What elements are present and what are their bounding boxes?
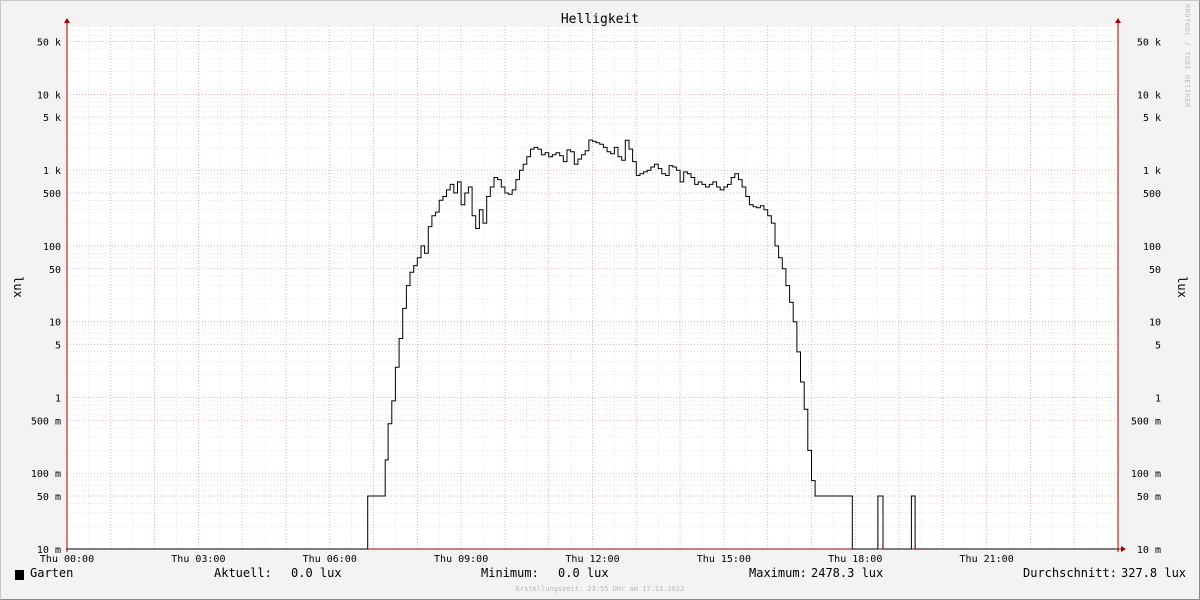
y-tick-label-left: 1 xyxy=(55,393,61,404)
y-tick-label-right: 50 xyxy=(1149,265,1161,276)
x-tick-label: Thu 00:00 xyxy=(40,554,94,565)
y-tick-label-left: 1 k xyxy=(43,166,61,177)
legend-series-name: Garten xyxy=(30,566,74,580)
y-tick-label-left: 5 k xyxy=(43,113,61,124)
legend-max-value: 2478.3 lux xyxy=(811,566,884,580)
y-axis-arrow-left-icon xyxy=(64,18,70,23)
y-tick-label-left: 500 m xyxy=(31,416,61,427)
y-tick-label-left: 100 m xyxy=(31,469,61,480)
legend-avg-label: Durchschnitt: xyxy=(1023,566,1117,580)
x-tick-label: Thu 03:00 xyxy=(171,554,225,565)
y-tick-label-right: 50 m xyxy=(1137,492,1161,503)
y-tick-label-right: 10 k xyxy=(1137,90,1161,101)
y-tick-labels-left: 50 k 10 k 5 k 1 k 500 100 50 10 5 1 500 m 100 m 50 m… xyxy=(31,37,61,556)
y-tick-label-right: 500 m xyxy=(1131,416,1161,427)
legend-current-label: Aktuell: xyxy=(214,566,272,580)
x-tick-labels: Thu 00:00 Thu 03:00 Thu 06:00 Thu 09:00 Thu … xyxy=(40,554,1014,565)
legend-current-value: 0.0 lux xyxy=(291,566,342,580)
y-tick-label-left: 50 xyxy=(49,265,61,276)
x-axis-arrow-icon xyxy=(1121,546,1126,552)
y-tick-label-right: 50 k xyxy=(1137,37,1161,48)
x-tick-label: Thu 15:00 xyxy=(697,554,751,565)
rrdtool-credit: RRDTOOL / TOBI OETIKER xyxy=(1183,4,1191,108)
legend-swatch-garten xyxy=(15,570,24,580)
chart-title: Helligkeit xyxy=(561,12,639,27)
y-tick-label-left: 5 xyxy=(55,341,61,352)
x-tick-label: Thu 18:00 xyxy=(828,554,882,565)
y-tick-label-left: 50 m xyxy=(37,492,61,503)
y-tick-label-right: 5 k xyxy=(1143,113,1161,124)
y-tick-label-left: 10 k xyxy=(37,90,61,101)
legend-max-label: Maximum: xyxy=(749,566,807,580)
y-tick-label-left: 500 xyxy=(43,189,61,200)
y-tick-label-right: 1 xyxy=(1155,393,1161,404)
legend-min-label: Minimum: xyxy=(481,566,539,580)
y-tick-label-right: 500 xyxy=(1143,189,1161,200)
y-tick-label-left: 50 k xyxy=(37,37,61,48)
y-axis-label-left: lux xyxy=(11,276,25,298)
y-tick-label-right: 10 xyxy=(1149,318,1161,329)
y-axis-label-right: lux xyxy=(1175,276,1189,298)
legend-avg-value: 327.8 lux xyxy=(1121,566,1187,580)
y-tick-label-right: 5 xyxy=(1155,341,1161,352)
x-tick-label: Thu 09:00 xyxy=(434,554,488,565)
y-tick-label-right: 10 m xyxy=(1137,545,1161,556)
y-tick-label-right: 100 m xyxy=(1131,469,1161,480)
x-tick-label: Thu 06:00 xyxy=(303,554,357,565)
y-tick-label-left: 100 xyxy=(43,242,61,253)
y-axis-arrow-right-icon xyxy=(1115,18,1121,23)
y-tick-label-right: 1 k xyxy=(1143,166,1161,177)
y-tick-labels-right: 50 k 10 k 5 k 1 k 500 100 50 10 5 1 500 m 100 m 50 m… xyxy=(1131,37,1161,556)
y-tick-label-right: 100 xyxy=(1143,242,1161,253)
x-tick-label: Thu 21:00 xyxy=(960,554,1014,565)
x-tick-label: Thu 12:00 xyxy=(565,554,619,565)
creation-time-footer: Erstellungszeit: 23:55 Uhr am 17.11.2022 xyxy=(515,585,685,593)
legend-min-value: 0.0 lux xyxy=(558,566,609,580)
chart: 50 k 10 k 5 k 1 k 500 100 50 10 5 1 500 m 100 m 50 m… xyxy=(11,12,1189,565)
y-tick-label-left: 10 xyxy=(49,318,61,329)
